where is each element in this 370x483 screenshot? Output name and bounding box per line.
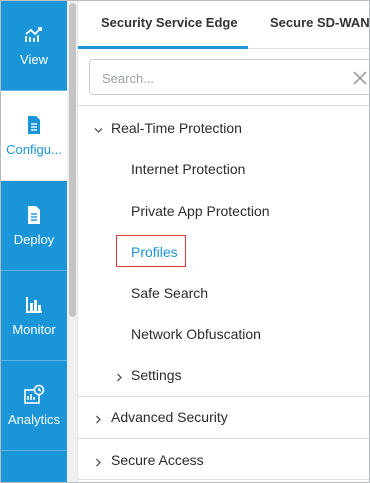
tree-item-network-obfuscation[interactable]: Network Obfuscation bbox=[78, 323, 369, 345]
tree-item-label: Private App Protection bbox=[131, 203, 270, 219]
document-icon bbox=[23, 204, 45, 226]
divider bbox=[78, 396, 369, 397]
tree-item-label: Safe Search bbox=[131, 285, 209, 301]
tab-bar: Security Service Edge Secure SD-WAN bbox=[78, 1, 369, 49]
rail-item-view[interactable]: View bbox=[1, 1, 67, 91]
tree-item-label: Internet Protection bbox=[131, 161, 246, 177]
chevron-right-icon bbox=[94, 411, 102, 424]
search-box bbox=[89, 59, 369, 95]
tree-item-settings[interactable]: Settings bbox=[78, 364, 369, 386]
chevron-right-icon bbox=[94, 454, 102, 467]
tree-item-secure-access[interactable]: Secure Access bbox=[78, 449, 369, 471]
tab-secure-sd-wan[interactable]: Secure SD-WAN bbox=[270, 1, 369, 49]
rail-item-label: Deploy bbox=[13, 232, 55, 247]
rail-item-label: Monitor bbox=[12, 322, 56, 337]
divider bbox=[78, 105, 369, 106]
tree-item-private-app-protection[interactable]: Private App Protection bbox=[78, 200, 369, 222]
chart-line-icon bbox=[23, 24, 45, 46]
tree-item-label: Advanced Security bbox=[111, 409, 228, 425]
tree-item-internet-protection[interactable]: Internet Protection bbox=[78, 158, 369, 180]
close-icon[interactable] bbox=[352, 70, 368, 86]
rail-item-label: Configu... bbox=[6, 142, 62, 157]
rail-item-monitor[interactable]: Monitor bbox=[1, 271, 67, 361]
bar-chart-icon bbox=[23, 294, 45, 316]
rail-item-label: View bbox=[20, 52, 48, 67]
divider bbox=[78, 438, 369, 439]
analytics-clock-icon bbox=[23, 384, 45, 406]
rail-item-configure[interactable]: Configu... bbox=[1, 91, 67, 181]
chevron-down-icon bbox=[94, 122, 103, 133]
tree-item-profiles[interactable]: Profiles bbox=[78, 241, 369, 263]
left-rail: View Configu... Deploy Monitor Analytics bbox=[1, 1, 67, 482]
tree-item-advanced-security[interactable]: Advanced Security bbox=[78, 406, 369, 428]
rail-item-label: Analytics bbox=[7, 412, 61, 427]
tree-item-label: Settings bbox=[131, 367, 182, 383]
rail-item-analytics[interactable]: Analytics bbox=[1, 361, 67, 451]
rail-item-deploy[interactable]: Deploy bbox=[1, 181, 67, 271]
tab-security-service-edge[interactable]: Security Service Edge bbox=[78, 1, 248, 49]
scrollbar-thumb[interactable] bbox=[69, 3, 76, 317]
tree-item-label: Profiles bbox=[131, 244, 178, 260]
tree-item-safe-search[interactable]: Safe Search bbox=[78, 282, 369, 304]
tree-item-real-time-protection[interactable]: Real-Time Protection bbox=[78, 117, 369, 139]
search-input[interactable] bbox=[102, 68, 342, 88]
tree-item-label: Real-Time Protection bbox=[111, 120, 242, 136]
document-icon bbox=[23, 114, 45, 136]
tree-item-label: Secure Access bbox=[111, 452, 204, 468]
tree-item-label: Network Obfuscation bbox=[131, 326, 261, 342]
divider bbox=[78, 479, 369, 480]
chevron-right-icon bbox=[115, 369, 123, 382]
app-frame: View Configu... Deploy Monitor Analytics… bbox=[0, 0, 370, 483]
